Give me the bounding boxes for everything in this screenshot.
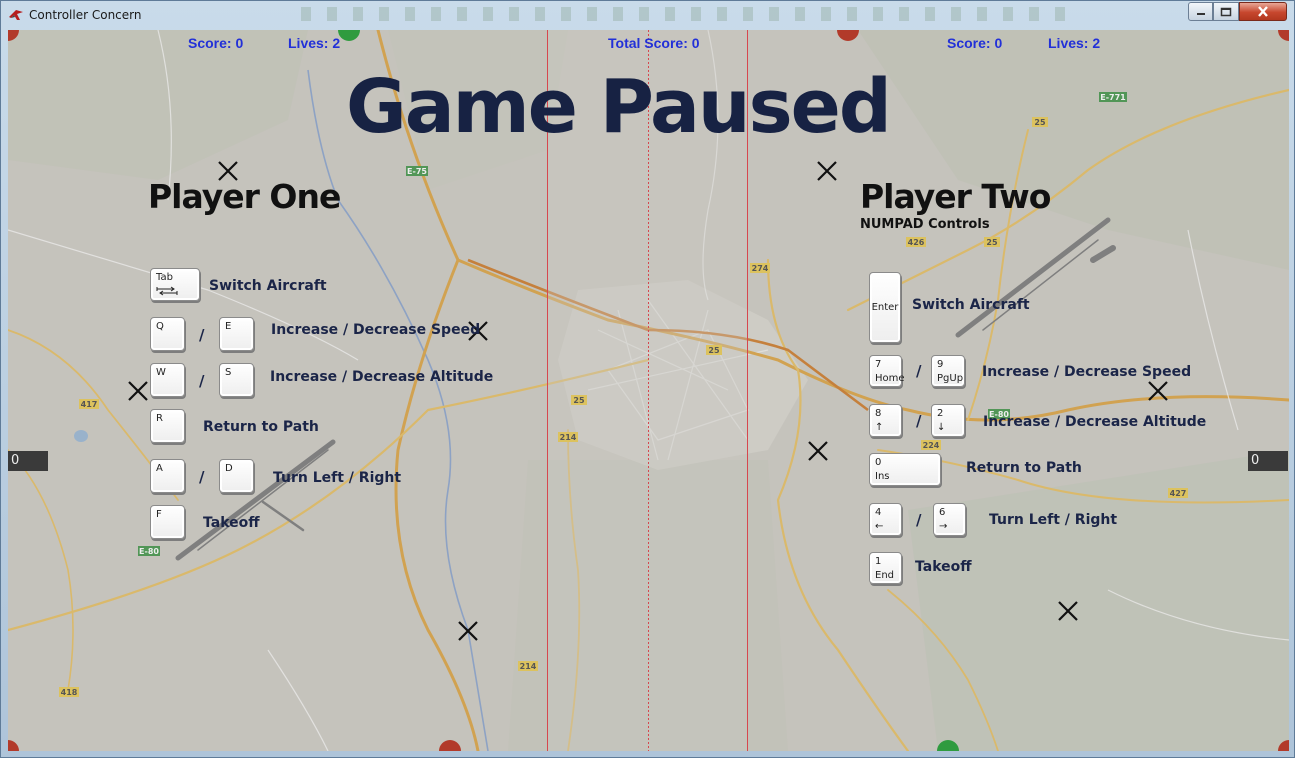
p2-action-return-path: Return to Path (966, 460, 1082, 476)
waypoint-x-icon[interactable] (807, 440, 829, 462)
right-counter: 0 (1248, 451, 1288, 471)
key-numpad-7: 7 Home (869, 355, 905, 387)
game-canvas[interactable]: E-75 E-80 E-80 E-771 25 25 25 25 274 214… (8, 30, 1289, 751)
key-s: S (219, 363, 254, 397)
maximize-icon (1220, 7, 1232, 16)
game-paused-title: Game Paused (346, 64, 892, 150)
p1-action-switch-aircraft: Switch Aircraft (209, 278, 327, 294)
p2-action-turn: Turn Left / Right (989, 512, 1118, 528)
p1-action-speed: Increase / Decrease Speed (271, 322, 481, 338)
p1-action-turn: Turn Left / Right (273, 470, 402, 486)
waypoint-x-icon[interactable] (457, 620, 479, 642)
left-counter: 0 (8, 451, 48, 471)
minimize-button[interactable] (1188, 2, 1213, 21)
title-bar[interactable]: Controller Concern (1, 1, 1295, 30)
player-one-lives: Lives: 2 (288, 35, 341, 51)
key-w: W (150, 363, 185, 397)
maximize-button[interactable] (1213, 2, 1239, 21)
player-two-lives: Lives: 2 (1048, 35, 1101, 51)
key-e: E (219, 317, 254, 351)
key-numpad-1: 1 End (869, 552, 902, 584)
key-d: D (219, 459, 254, 493)
key-r: R (150, 409, 185, 443)
key-numpad-6: 6 → (933, 503, 966, 536)
p2-slash: / (916, 412, 922, 430)
key-numpad-enter: Enter (869, 272, 901, 343)
key-q: Q (150, 317, 185, 351)
key-numpad-9: 9 PgUp (931, 355, 965, 387)
waypoint-x-icon[interactable] (1147, 380, 1169, 402)
key-tab: Tab (150, 268, 200, 301)
close-button[interactable] (1239, 2, 1287, 21)
player-two-title: Player Two (860, 177, 1051, 216)
total-score: Total Score: 0 (608, 35, 700, 51)
p1-action-takeoff: Takeoff (203, 515, 260, 531)
key-f: F (150, 505, 185, 539)
close-icon (1258, 6, 1268, 17)
tab-arrows-icon (156, 286, 178, 296)
player-two-score: Score: 0 (947, 35, 1003, 51)
key-numpad-8: 8 ↑ (869, 404, 902, 437)
key-a: A (150, 459, 185, 493)
player-two-subtitle: NUMPAD Controls (860, 217, 990, 232)
p1-slash: / (199, 326, 205, 344)
p2-action-speed: Increase / Decrease Speed (982, 364, 1192, 380)
window-title: Controller Concern (29, 8, 142, 22)
p1-slash: / (199, 468, 205, 486)
p2-action-altitude: Increase / Decrease Altitude (983, 414, 1207, 430)
key-numpad-4: 4 ← (869, 503, 902, 536)
p1-slash: / (199, 372, 205, 390)
p2-action-takeoff: Takeoff (915, 559, 972, 575)
p2-slash: / (916, 511, 922, 529)
p2-action-switch-aircraft: Switch Aircraft (912, 297, 1030, 313)
key-numpad-0: 0 Ins (869, 453, 941, 486)
title-bar-reflection (301, 7, 1081, 21)
player-one-score: Score: 0 (188, 35, 244, 51)
app-icon (9, 10, 23, 20)
minimize-icon (1196, 12, 1205, 15)
application-window: Controller Concern E-75 E-80 E-80 E-771 … (0, 0, 1295, 758)
p1-action-altitude: Increase / Decrease Altitude (270, 369, 494, 385)
waypoint-x-icon[interactable] (127, 380, 149, 402)
key-numpad-2: 2 ↓ (931, 404, 965, 437)
p2-slash: / (916, 362, 922, 380)
waypoint-x-icon[interactable] (1057, 600, 1079, 622)
player-one-title: Player One (148, 177, 341, 216)
waypoint-x-icon[interactable] (816, 160, 838, 182)
p1-action-return-path: Return to Path (203, 419, 319, 435)
